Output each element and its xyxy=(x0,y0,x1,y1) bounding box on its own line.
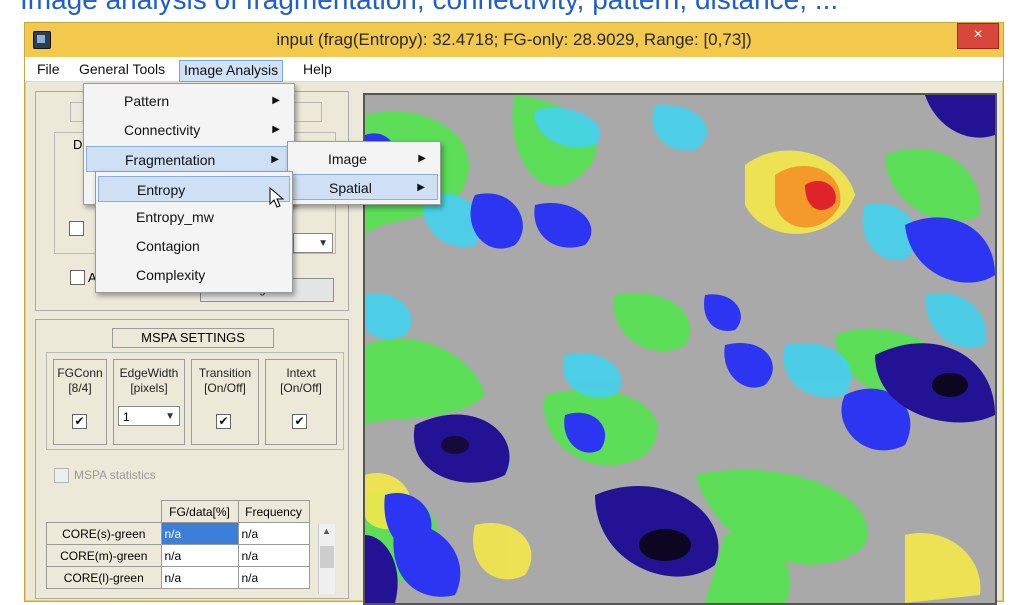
menu-entropy[interactable]: Entropy xyxy=(98,176,290,202)
partial-checkbox-1[interactable] xyxy=(69,221,84,236)
window-title: input (frag(Entropy): 32.4718; FG-only: … xyxy=(276,30,752,49)
scrollbar-thumb[interactable] xyxy=(320,546,334,568)
mspa-settings-title: MSPA SETTINGS xyxy=(112,328,274,348)
menu-image-analysis[interactable]: Image Analysis xyxy=(179,60,284,82)
intext-column: Intext [On/Off] ✔ xyxy=(265,359,337,445)
intext-checkbox[interactable]: ✔ xyxy=(292,414,307,429)
mspa-settings-group: MSPA SETTINGS FGConn [8/4] ✔ EdgeWidth [… xyxy=(35,319,349,599)
page-heading: Image analysis of fragmentation, connect… xyxy=(20,0,838,16)
mspa-statistics-table: FG/data[%] Frequency CORE(s)-green n/a n… xyxy=(46,500,310,589)
intext-header: Intext [On/Off] xyxy=(280,366,322,395)
menu-entropy-mw[interactable]: Entropy_mw xyxy=(98,204,290,230)
row-label: CORE(s)-green xyxy=(46,522,162,545)
mspa-columns-box: FGConn [8/4] ✔ EdgeWidth [pixels] 1 ▼ Tra… xyxy=(46,352,344,450)
fgconn-checkbox[interactable]: ✔ xyxy=(72,414,87,429)
application-window: input (frag(Entropy): 32.4718; FG-only: … xyxy=(24,22,1004,605)
spatial-label: Spatial xyxy=(329,180,372,196)
entropy-map xyxy=(365,95,995,603)
table-cell-fg[interactable]: n/a xyxy=(160,566,239,589)
table-header-fg: FG/data[%] xyxy=(160,500,239,523)
chevron-down-icon: ▼ xyxy=(165,411,175,422)
transition-column: Transition [On/Off] ✔ xyxy=(191,359,259,445)
spatial-submenu: Entropy Entropy_mw Contagion Complexity xyxy=(95,171,293,293)
table-cell-frequency[interactable]: n/a xyxy=(237,566,310,589)
menu-bar: File General Tools Image Analysis Help xyxy=(25,57,1003,82)
table-corner xyxy=(47,501,162,523)
menu-spatial[interactable]: Spatial ▶ xyxy=(290,174,438,200)
menu-image[interactable]: Image ▶ xyxy=(290,146,438,172)
table-cell-frequency[interactable]: n/a xyxy=(237,522,310,545)
mspa-statistics-checkbox[interactable] xyxy=(54,468,69,483)
close-button[interactable]: × xyxy=(957,23,999,49)
partial-dropdown[interactable]: ▼ xyxy=(293,233,333,253)
fgconn-header: FGConn [8/4] xyxy=(57,366,103,395)
title-bar[interactable]: input (frag(Entropy): 32.4718; FG-only: … xyxy=(25,23,1003,58)
menu-connectivity[interactable]: Connectivity ▶ xyxy=(86,117,292,143)
menu-contagion[interactable]: Contagion xyxy=(98,233,290,259)
menu-pattern[interactable]: Pattern ▶ xyxy=(86,88,292,114)
table-cell-fg[interactable]: n/a xyxy=(160,522,239,545)
table-row: CORE(m)-green n/a n/a xyxy=(46,544,310,567)
connectivity-label: Connectivity xyxy=(124,122,201,138)
submenu-arrow-icon: ▶ xyxy=(418,153,426,164)
table-cell-frequency[interactable]: n/a xyxy=(237,544,310,567)
menu-complexity[interactable]: Complexity xyxy=(98,262,290,288)
submenu-arrow-icon: ▶ xyxy=(271,154,279,165)
edgewidth-select[interactable]: 1 ▼ xyxy=(118,406,180,426)
submenu-arrow-icon: ▶ xyxy=(272,124,280,135)
mouse-cursor-icon xyxy=(269,187,285,208)
table-row: CORE(l)-green n/a n/a xyxy=(46,566,310,589)
table-header-frequency: Frequency xyxy=(237,500,310,523)
partial-checkbox-2[interactable] xyxy=(70,270,85,285)
submenu-arrow-icon: ▶ xyxy=(272,95,280,106)
entropy-map-image[interactable] xyxy=(363,93,997,605)
menu-general-tools[interactable]: General Tools xyxy=(75,60,169,80)
table-cell-fg[interactable]: n/a xyxy=(160,544,239,567)
scroll-up-icon[interactable]: ▲ xyxy=(322,526,331,536)
table-scrollbar[interactable]: ▲ xyxy=(318,524,335,594)
mspa-statistics-label: MSPA statistics xyxy=(74,468,156,482)
pattern-label: Pattern xyxy=(124,93,170,109)
table-row: CORE(s)-green n/a n/a xyxy=(46,522,310,545)
fragmentation-submenu: Image ▶ Spatial ▶ xyxy=(287,141,441,205)
menu-file[interactable]: File xyxy=(33,60,64,80)
chevron-down-icon: ▼ xyxy=(318,238,328,249)
menu-help[interactable]: Help xyxy=(299,60,336,80)
partial-label-d: D xyxy=(73,137,83,152)
transition-checkbox[interactable]: ✔ xyxy=(216,414,231,429)
row-label: CORE(l)-green xyxy=(46,566,162,589)
fgconn-column: FGConn [8/4] ✔ xyxy=(53,359,107,445)
transition-header: Transition [On/Off] xyxy=(198,366,252,395)
edgewidth-value: 1 xyxy=(123,410,130,424)
edgewidth-header: EdgeWidth [pixels] xyxy=(119,366,179,395)
submenu-arrow-icon: ▶ xyxy=(417,182,425,193)
table-header-row: FG/data[%] Frequency xyxy=(47,500,310,523)
fragmentation-label: Fragmentation xyxy=(125,152,216,168)
menu-fragmentation[interactable]: Fragmentation ▶ xyxy=(86,146,292,172)
image-label: Image xyxy=(328,151,367,167)
row-label: CORE(m)-green xyxy=(46,544,162,567)
edgewidth-column: EdgeWidth [pixels] 1 ▼ xyxy=(113,359,185,445)
